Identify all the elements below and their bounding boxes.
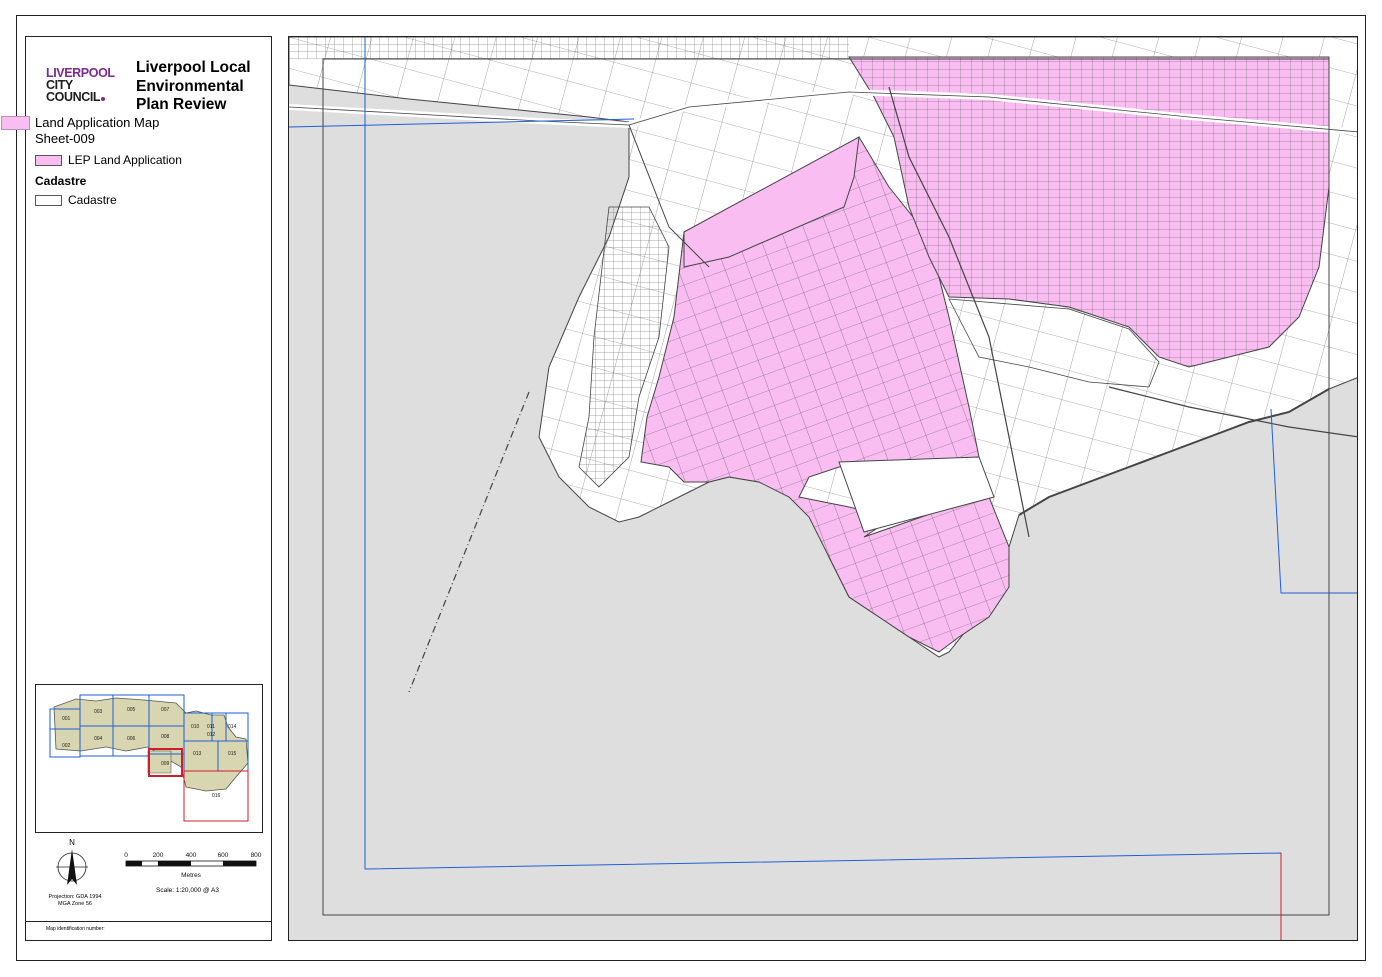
- lep-swatch: [35, 154, 62, 166]
- scale-tick-800: 800: [251, 852, 262, 859]
- projection-note: Projection: GDA 1994 MGA Zone 56: [48, 894, 102, 907]
- legend-item-cadastre: Cadastre: [35, 193, 117, 207]
- sheet-label-013: 013: [193, 751, 202, 757]
- top-lot-strip: [289, 37, 849, 59]
- sheet-label-001: 001: [62, 716, 71, 722]
- locator-svg: 001 002 003 004 005 006 007 008 009 010 …: [49, 694, 249, 822]
- scale-unit: Metres: [181, 872, 202, 879]
- cadastre-swatch: [35, 194, 62, 206]
- scale-tick-0: 0: [124, 852, 128, 859]
- scale-tick-400: 400: [186, 852, 197, 859]
- legend-item-lep: LEP Land Application: [35, 153, 182, 167]
- scale-text: Scale: 1:20,000 @ A3: [156, 887, 219, 894]
- cadastre-label: Cadastre: [68, 193, 117, 207]
- sheet-label-005: 005: [127, 707, 136, 713]
- lep-label: LEP Land Application: [68, 153, 182, 167]
- sheet-label: Land Application Map Sheet-009: [35, 115, 159, 147]
- scale-bar: 0 200 400 600 800 Metres: [124, 852, 262, 879]
- north-label: N: [69, 838, 75, 847]
- north-arrow-icon: N: [56, 838, 88, 885]
- sheet-label-009: 009: [161, 761, 170, 767]
- sheet-title: Land Application Map: [35, 115, 160, 130]
- sheet-label-015: 015: [228, 751, 237, 757]
- scale-tick-600: 600: [218, 852, 229, 859]
- dash-dot-boundary: [408, 391, 530, 693]
- scale-tick-200: 200: [153, 852, 164, 859]
- map-title: Liverpool Local Environmental Plan Revie…: [136, 59, 251, 113]
- lga-outline: [53, 697, 249, 792]
- sheet-label-012: 012: [207, 732, 216, 738]
- sheet-label-006: 006: [127, 736, 136, 742]
- map-svg: [289, 37, 1357, 940]
- sheet-label-007: 007: [161, 707, 170, 713]
- sheet-label-016: 016: [212, 793, 221, 799]
- logo-dot: [101, 97, 106, 101]
- sheet-label-010: 010: [191, 724, 200, 730]
- logo-line3: COUNCIL: [46, 91, 115, 103]
- sheet-label-004: 004: [94, 736, 103, 742]
- legend-panel: LIVERPOOL CITY COUNCIL Liverpool Local E…: [1, 36, 272, 941]
- council-logo: LIVERPOOL CITY COUNCIL: [46, 67, 115, 104]
- sheet-label-002: 002: [62, 743, 71, 749]
- sheet-title-swatch: [1, 116, 30, 130]
- main-map[interactable]: [288, 36, 1358, 941]
- sheet-label-003: 003: [94, 709, 103, 715]
- locator-inset-map: 001 002 003 004 005 006 007 008 009 010 …: [35, 684, 263, 833]
- cadastre-heading: Cadastre: [35, 174, 87, 188]
- sheet-id: Sheet-009: [35, 131, 95, 146]
- sheet-label-008: 008: [161, 734, 170, 740]
- sheet-grid-line-east: [1270, 408, 1357, 594]
- map-id-box: Map identification number:: [26, 921, 271, 941]
- sheet-label-014: 014: [228, 724, 237, 730]
- sheet-label-011: 011: [207, 724, 215, 730]
- logo-line3-text: COUNCIL: [46, 90, 101, 104]
